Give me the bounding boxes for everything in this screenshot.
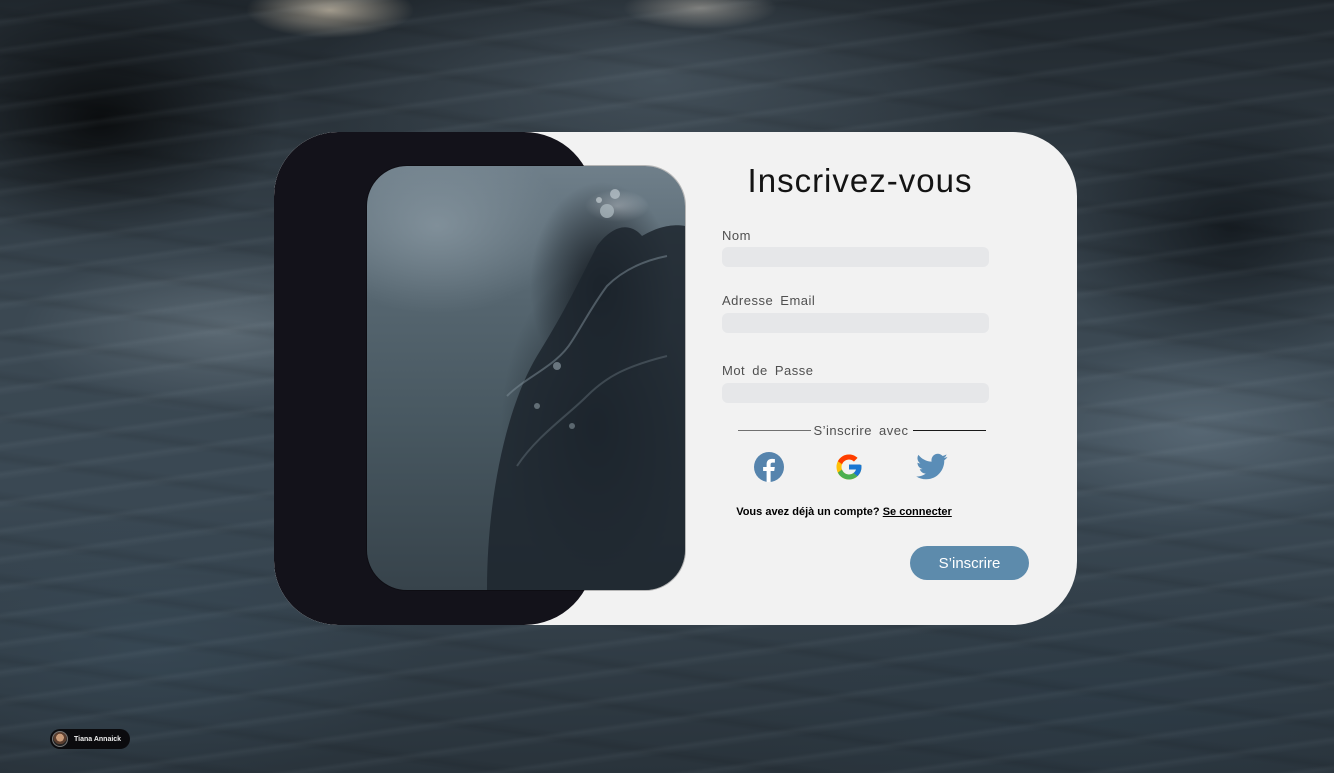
twitter-button[interactable]: [915, 450, 949, 484]
facebook-button[interactable]: [752, 450, 786, 484]
wave-illustration: [487, 189, 685, 590]
account-question: Vous avez déjà un compte?: [736, 506, 880, 518]
name-label: Nom: [722, 228, 751, 243]
google-icon: [836, 454, 862, 480]
password-label: Mot de Passe: [722, 363, 814, 378]
login-link[interactable]: Se connecter: [883, 506, 952, 518]
google-button[interactable]: [832, 450, 866, 484]
login-prompt: Vous avez déjà un compte? Se connecter: [714, 506, 974, 518]
email-label: Adresse Email: [722, 293, 816, 308]
name-input[interactable]: [722, 247, 989, 267]
email-input[interactable]: [722, 313, 989, 333]
wave-photo: [367, 166, 685, 590]
social-divider-label: S’inscrire avec: [813, 423, 909, 438]
twitter-icon: [916, 453, 948, 480]
author-credit: Tiana Annaick: [50, 729, 130, 749]
signup-card: Inscrivez-vous Nom Adresse Email Mot de …: [274, 132, 1077, 625]
divider-right: [913, 430, 986, 431]
author-name: Tiana Annaick: [74, 735, 122, 743]
signup-button[interactable]: S’inscrire: [910, 546, 1029, 580]
facebook-icon: [754, 452, 784, 482]
divider-left: [738, 430, 811, 431]
avatar: [52, 731, 68, 747]
page-title: Inscrivez-vous: [747, 162, 973, 199]
password-input[interactable]: [722, 383, 989, 403]
